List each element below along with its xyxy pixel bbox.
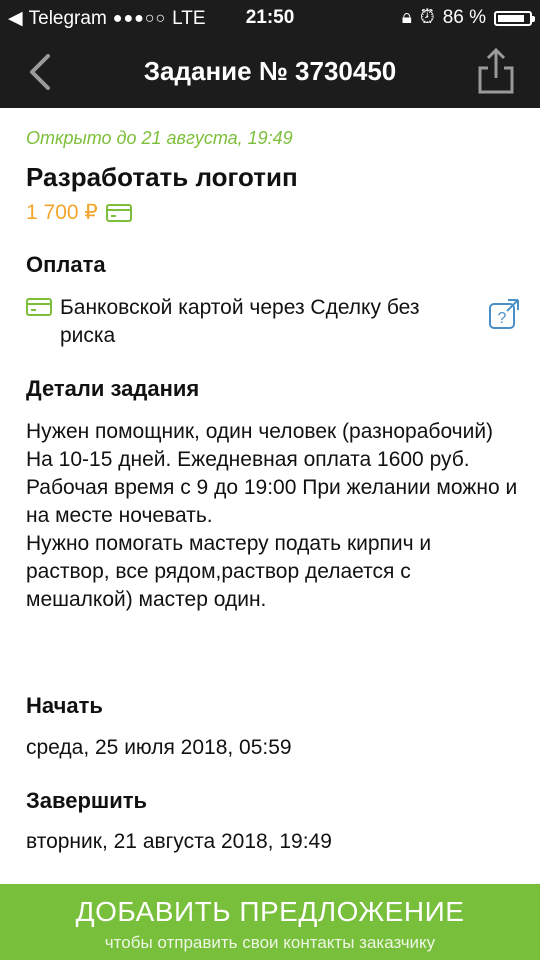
help-link-icon[interactable]: ? bbox=[488, 298, 520, 330]
add-offer-button[interactable]: ДОБАВИТЬ ПРЕДЛОЖЕНИЕ чтобы отправить сво… bbox=[0, 884, 540, 960]
nav-bar: Задание № 3730450 bbox=[0, 36, 540, 108]
status-right: 🔒︎ ⏰︎ 86 % bbox=[401, 7, 535, 29]
payment-heading: Оплата bbox=[26, 252, 106, 277]
card-icon bbox=[105, 203, 132, 222]
rotation-lock-icon: 🔒︎ bbox=[401, 7, 412, 28]
share-icon bbox=[478, 47, 514, 94]
details-text: Нужен помощник, один человек (разнорабоч… bbox=[26, 420, 518, 611]
start-value: среда, 25 июля 2018, 05:59 bbox=[26, 736, 292, 759]
task-title: Разработать логотип bbox=[26, 162, 298, 192]
deadline-label: Открыто до 21 августа, 19:49 bbox=[26, 128, 293, 148]
finish-value: вторник, 21 августа 2018, 19:49 bbox=[26, 830, 332, 853]
start-heading: Начать bbox=[26, 693, 103, 718]
finish-heading: Завершить bbox=[26, 788, 148, 813]
task-price: 1 700 ₽ bbox=[26, 201, 98, 224]
price-row: 1 700 ₽ bbox=[26, 200, 132, 225]
payment-text: Банковской картой через Сделку без риска bbox=[60, 296, 420, 347]
page-title: Задание № 3730450 bbox=[143, 56, 397, 86]
battery-icon bbox=[494, 10, 535, 26]
add-offer-subtitle: чтобы отправить свои контакты заказчику bbox=[104, 933, 436, 952]
alarm-icon: ⏰︎ bbox=[419, 7, 435, 28]
details-heading: Детали задания bbox=[26, 376, 200, 401]
share-button[interactable] bbox=[476, 46, 516, 96]
add-offer-label: ДОБАВИТЬ ПРЕДЛОЖЕНИЕ bbox=[75, 896, 465, 927]
card-icon bbox=[26, 298, 52, 316]
battery-percent: 86 % bbox=[442, 7, 486, 28]
svg-text:?: ? bbox=[498, 310, 507, 327]
status-bar: ◀ Telegram ●●●○○ LTE 21:50 🔒︎ ⏰︎ 86 % bbox=[0, 0, 540, 36]
